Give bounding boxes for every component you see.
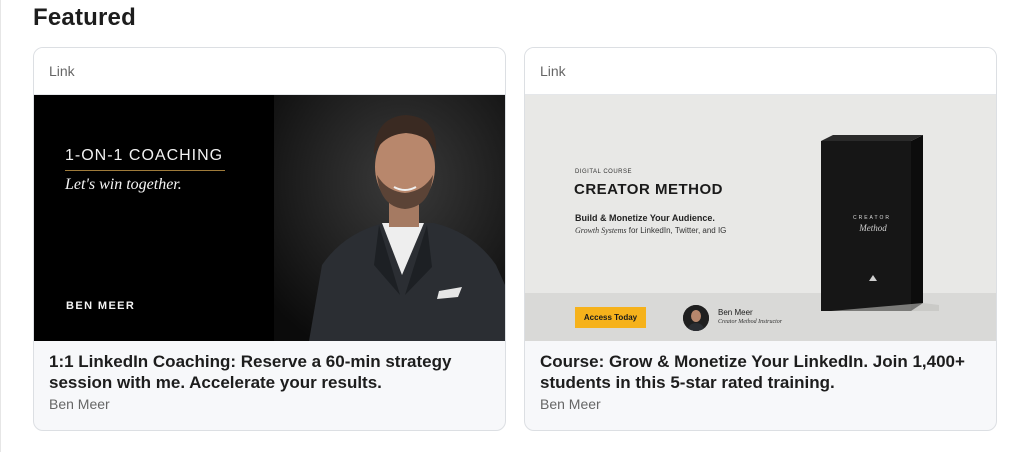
course-title: CREATOR METHOD [574,181,723,198]
card-title[interactable]: Course: Grow & Monetize Your LinkedIn. J… [540,351,981,393]
instructor-avatar [683,305,709,331]
course-kicker: DIGITAL COURSE [575,169,633,175]
box-brand-text: CREATOR [853,215,891,221]
box-script-text: Method [859,223,887,233]
instructor-role: Creator Method Instructor [718,319,783,325]
course-thumbnail[interactable]: DIGITAL COURSE CREATOR METHOD Build & Mo… [525,95,996,341]
gold-divider [65,170,225,171]
card-author: Ben Meer [540,396,601,412]
instructor-name: Ben Meer [718,308,753,317]
coaching-kicker: 1-ON-1 COACHING [65,147,224,164]
course-subtitle-rest: for LinkedIn, Twitter, and IG [628,226,727,235]
page-divider [0,0,1,452]
card-type-label: Link [34,48,505,95]
featured-card-course[interactable]: Link DIGITAL COURSE CREATOR METHOD Build… [524,47,997,431]
course-subtitle-italic: Growth Systems [575,226,627,235]
coaching-thumbnail[interactable]: 1-ON-1 COACHING Let's win together. BEN … [34,95,505,341]
card-type-label: Link [525,48,996,95]
featured-card-coaching[interactable]: Link 1-ON-1 COACHING Let's win together.… [33,47,506,431]
access-today-badge: Access Today [575,307,646,328]
card-author: Ben Meer [49,396,110,412]
coaching-tagline: Let's win together. [65,176,182,193]
avatar-icon [683,305,709,331]
course-subtitle: Build & Monetize Your Audience. [575,213,715,223]
coach-name: BEN MEER [66,300,136,312]
section-title: Featured [33,4,136,31]
card-title[interactable]: 1:1 LinkedIn Coaching: Reserve a 60-min … [49,351,490,393]
course-subtitle-2: Growth Systems for LinkedIn, Twitter, an… [575,226,726,235]
portrait-photo [274,95,505,341]
